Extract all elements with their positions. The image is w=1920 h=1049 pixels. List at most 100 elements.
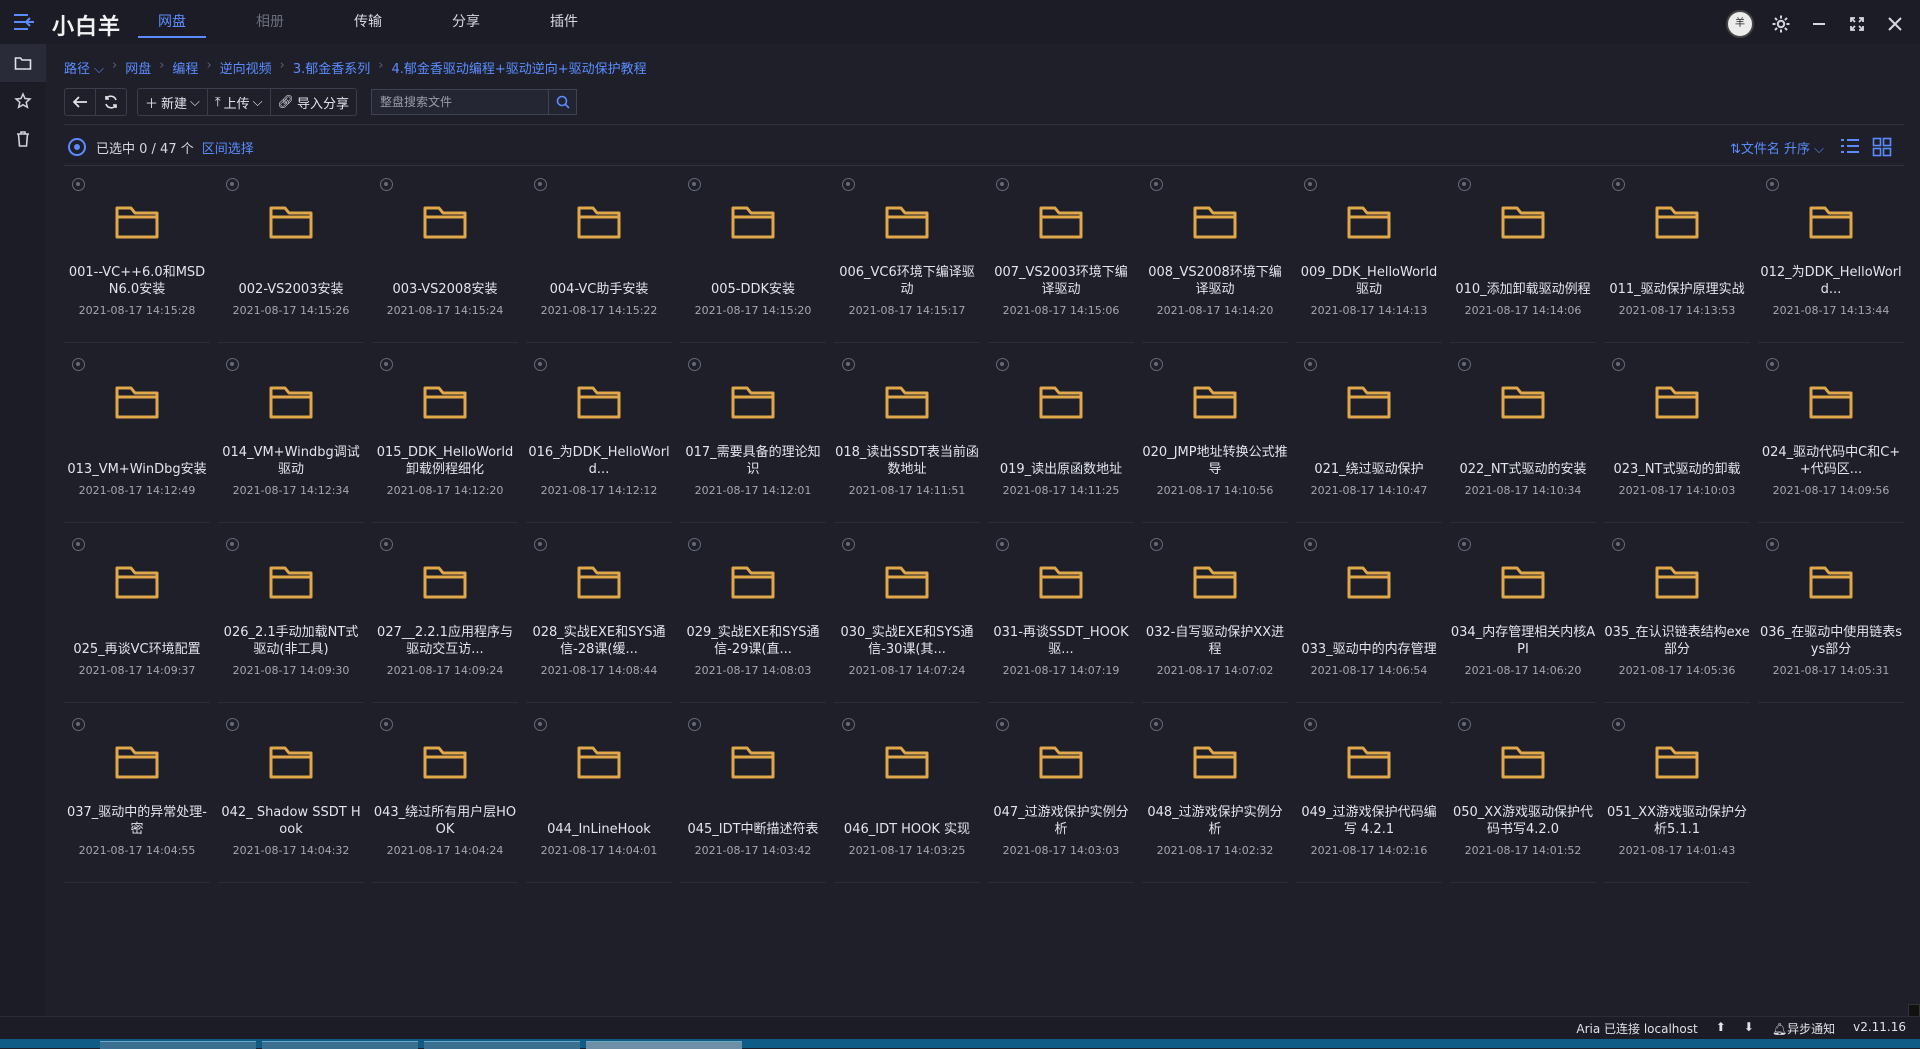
file-select-checkbox[interactable]: [996, 178, 1009, 191]
file-select-checkbox[interactable]: [1458, 178, 1471, 191]
file-card[interactable]: 016_为DDK_HelloWorld... 2021-08-17 14:12:1…: [526, 352, 672, 523]
file-card[interactable]: 003-VS2008安装 2021-08-17 14:15:24: [372, 172, 518, 343]
file-card[interactable]: 010_添加卸载驱动例程 2021-08-17 14:14:06: [1450, 172, 1596, 343]
file-select-checkbox[interactable]: [688, 538, 701, 551]
download-arrow-icon[interactable]: ⬇: [1744, 1020, 1754, 1037]
file-card[interactable]: 008_VS2008环境下编译驱动 2021-08-17 14:14:20: [1142, 172, 1288, 343]
import-share-button[interactable]: 🔗︎ 导入分享: [269, 89, 357, 115]
file-select-checkbox[interactable]: [1150, 718, 1163, 731]
file-select-checkbox[interactable]: [226, 358, 239, 371]
aria-status[interactable]: Aria 已连接 localhost: [1576, 1020, 1697, 1037]
folder-icon[interactable]: [0, 44, 46, 82]
tab-plugins[interactable]: 插件: [540, 0, 588, 44]
file-select-checkbox[interactable]: [842, 718, 855, 731]
file-card[interactable]: 014_VM+Windbg调试驱动 2021-08-17 14:12:34: [218, 352, 364, 523]
file-card[interactable]: 019_读出原函数地址 2021-08-17 14:11:25: [988, 352, 1134, 523]
file-card[interactable]: 026_2.1手动加载NT式驱动(非工具) 2021-08-17 14:09:30: [218, 532, 364, 703]
file-select-checkbox[interactable]: [688, 178, 701, 191]
file-card[interactable]: 020_JMP地址转换公式推导 2021-08-17 14:10:56: [1142, 352, 1288, 523]
file-select-checkbox[interactable]: [842, 358, 855, 371]
file-select-checkbox[interactable]: [1150, 538, 1163, 551]
file-card[interactable]: 051_XX游戏驱动保护分析5.1.1 2021-08-17 14:01:43: [1604, 712, 1750, 883]
range-select-link[interactable]: 区间选择: [202, 138, 254, 157]
file-select-checkbox[interactable]: [1612, 538, 1625, 551]
crumb-netdisk[interactable]: 网盘: [125, 58, 151, 77]
file-select-checkbox[interactable]: [72, 358, 85, 371]
file-card[interactable]: 031-再谈SSDT_HOOK驱... 2021-08-17 14:07:19: [988, 532, 1134, 703]
file-select-checkbox[interactable]: [1612, 718, 1625, 731]
file-select-checkbox[interactable]: [1612, 178, 1625, 191]
file-card[interactable]: 027__2.2.1应用程序与驱动交互访... 2021-08-17 14:09:…: [372, 532, 518, 703]
file-select-checkbox[interactable]: [996, 718, 1009, 731]
file-select-checkbox[interactable]: [380, 538, 393, 551]
back-button[interactable]: [65, 89, 95, 115]
fullscreen-icon[interactable]: [1846, 13, 1868, 35]
file-select-checkbox[interactable]: [226, 538, 239, 551]
user-avatar[interactable]: 羊: [1726, 10, 1754, 38]
file-card[interactable]: 021_绕过驱动保护 2021-08-17 14:10:47: [1296, 352, 1442, 523]
file-card[interactable]: 012_为DDK_HelloWorld... 2021-08-17 14:13:4…: [1758, 172, 1904, 343]
file-card[interactable]: 043_绕过所有用户层HOOK 2021-08-17 14:04:24: [372, 712, 518, 883]
file-select-checkbox[interactable]: [1766, 358, 1779, 371]
file-select-checkbox[interactable]: [1304, 358, 1317, 371]
file-select-checkbox[interactable]: [1304, 178, 1317, 191]
menu-toggle-icon[interactable]: [12, 12, 36, 32]
file-card[interactable]: 007_VS2003环境下编译驱动 2021-08-17 14:15:06: [988, 172, 1134, 343]
file-select-checkbox[interactable]: [226, 718, 239, 731]
upload-button[interactable]: ⤒ 上传 ⌵: [206, 89, 270, 115]
crumb-current-folder[interactable]: 4.郁金香驱动编程+驱动逆向+驱动保护教程: [391, 58, 646, 77]
file-card[interactable]: 030_实战EXE和SYS通信-30课(其... 2021-08-17 14:07…: [834, 532, 980, 703]
upload-arrow-icon[interactable]: ⬆: [1716, 1020, 1726, 1037]
file-select-checkbox[interactable]: [72, 178, 85, 191]
file-card[interactable]: 045_IDT中断描述符表 2021-08-17 14:03:42: [680, 712, 826, 883]
file-card[interactable]: 009_DDK_HelloWorld驱动 2021-08-17 14:14:13: [1296, 172, 1442, 343]
file-select-checkbox[interactable]: [1150, 358, 1163, 371]
refresh-button[interactable]: [95, 89, 126, 115]
file-card[interactable]: 047_过游戏保护实例分析 2021-08-17 14:03:03: [988, 712, 1134, 883]
grid-view-icon[interactable]: [1872, 137, 1892, 161]
file-card[interactable]: 037_驱动中的异常处理-密 2021-08-17 14:04:55: [64, 712, 210, 883]
file-card[interactable]: 049_过游戏保护代码编写 4.2.1 2021-08-17 14:02:16: [1296, 712, 1442, 883]
file-card[interactable]: 015_DDK_HelloWorld卸载例程细化 2021-08-17 14:12…: [372, 352, 518, 523]
search-input[interactable]: [371, 89, 550, 115]
file-select-checkbox[interactable]: [534, 718, 547, 731]
file-select-checkbox[interactable]: [996, 538, 1009, 551]
file-card[interactable]: 048_过游戏保护实例分析 2021-08-17 14:02:32: [1142, 712, 1288, 883]
file-card[interactable]: 011_驱动保护原理实战 2021-08-17 14:13:53: [1604, 172, 1750, 343]
file-card[interactable]: 036_在驱动中使用链表sys部分 2021-08-17 14:05:31: [1758, 532, 1904, 703]
trash-icon[interactable]: [0, 120, 46, 158]
file-card[interactable]: 017_需要具备的理论知识 2021-08-17 14:12:01: [680, 352, 826, 523]
crumb-series[interactable]: 3.郁金香系列: [293, 58, 370, 77]
file-card[interactable]: 018_读出SSDT表当前函数地址 2021-08-17 14:11:51: [834, 352, 980, 523]
select-all-toggle[interactable]: [68, 138, 86, 156]
crumb-programming[interactable]: 编程: [172, 58, 198, 77]
file-select-checkbox[interactable]: [1304, 538, 1317, 551]
file-card[interactable]: 002-VS2003安装 2021-08-17 14:15:26: [218, 172, 364, 343]
list-view-icon[interactable]: [1840, 137, 1860, 159]
file-select-checkbox[interactable]: [380, 718, 393, 731]
file-card[interactable]: 001--VC++6.0和MSDN6.0安装 2021-08-17 14:15:2…: [64, 172, 210, 343]
tab-share[interactable]: 分享: [442, 0, 490, 44]
file-card[interactable]: 032-自写驱动保护XX进程 2021-08-17 14:07:02: [1142, 532, 1288, 703]
file-card[interactable]: 024_驱动代码中C和C++代码区... 2021-08-17 14:09:56: [1758, 352, 1904, 523]
search-button[interactable]: [549, 89, 578, 115]
file-select-checkbox[interactable]: [1304, 718, 1317, 731]
file-card[interactable]: 023_NT式驱动的卸载 2021-08-17 14:10:03: [1604, 352, 1750, 523]
file-select-checkbox[interactable]: [534, 178, 547, 191]
file-card[interactable]: 035_在认识链表结构exe部分 2021-08-17 14:05:36: [1604, 532, 1750, 703]
file-select-checkbox[interactable]: [688, 358, 701, 371]
crumb-reverse-video[interactable]: 逆向视频: [220, 58, 272, 77]
gear-icon[interactable]: [1770, 13, 1792, 35]
file-card[interactable]: 013_VM+WinDbg安装 2021-08-17 14:12:49: [64, 352, 210, 523]
file-select-checkbox[interactable]: [842, 178, 855, 191]
minimize-icon[interactable]: [1808, 13, 1830, 35]
file-card[interactable]: 044_InLineHook 2021-08-17 14:04:01: [526, 712, 672, 883]
file-select-checkbox[interactable]: [996, 358, 1009, 371]
file-card[interactable]: 042_ Shadow SSDT Hook 2021-08-17 14:04:32: [218, 712, 364, 883]
file-select-checkbox[interactable]: [842, 538, 855, 551]
file-select-checkbox[interactable]: [688, 718, 701, 731]
file-card[interactable]: 033_驱动中的内存管理 2021-08-17 14:06:54: [1296, 532, 1442, 703]
file-select-checkbox[interactable]: [534, 538, 547, 551]
file-select-checkbox[interactable]: [72, 538, 85, 551]
file-select-checkbox[interactable]: [1458, 538, 1471, 551]
